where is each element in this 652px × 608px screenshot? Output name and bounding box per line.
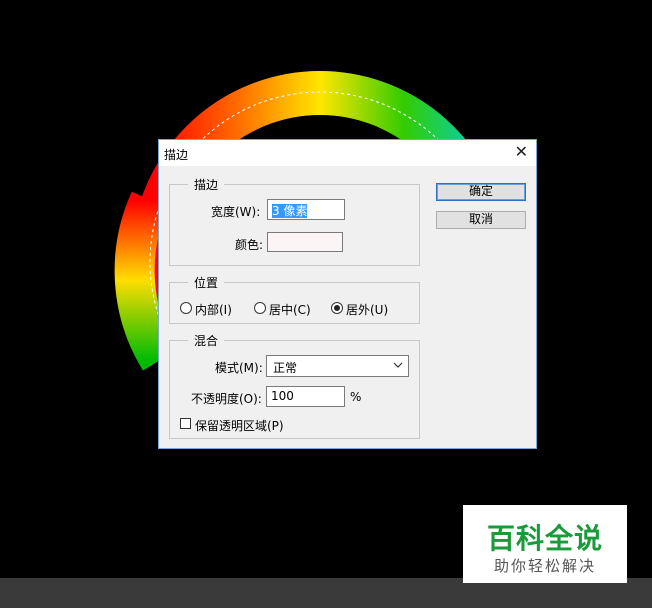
radio-center-label[interactable]: 居中(C) bbox=[269, 301, 311, 318]
mode-dropdown[interactable]: 正常 bbox=[266, 355, 409, 377]
radio-inside[interactable] bbox=[180, 302, 192, 314]
mode-label: 模式(M): bbox=[215, 361, 263, 375]
cancel-button[interactable]: 取消 bbox=[436, 211, 526, 229]
width-label: 宽度(W): bbox=[211, 205, 261, 219]
radio-center[interactable] bbox=[254, 302, 266, 314]
stroke-dialog: 描边 ✕ 描边 宽度(W): 3 像素 颜色: 位置 内部(I) 居中(C) 居… bbox=[158, 139, 537, 449]
watermark-title: 百科全说 bbox=[486, 522, 603, 555]
color-label: 颜色: bbox=[235, 238, 264, 252]
opacity-input[interactable]: 100 bbox=[266, 386, 345, 407]
preserve-transparency-checkbox[interactable] bbox=[180, 418, 191, 429]
color-swatch[interactable] bbox=[267, 232, 343, 252]
radio-outside-label[interactable]: 居外(U) bbox=[346, 301, 388, 318]
mode-value: 正常 bbox=[273, 361, 298, 375]
chevron-down-icon bbox=[393, 362, 403, 368]
dialog-titlebar: 描边 ✕ bbox=[159, 140, 536, 166]
opacity-label: 不透明度(O): bbox=[191, 392, 262, 406]
stroke-group: 描边 bbox=[169, 176, 420, 266]
opacity-unit: % bbox=[350, 390, 362, 404]
radio-outside[interactable] bbox=[331, 302, 343, 314]
close-icon[interactable]: ✕ bbox=[515, 143, 528, 161]
watermark-subtitle: 助你轻松解决 bbox=[493, 557, 596, 575]
radio-inside-label[interactable]: 内部(I) bbox=[195, 301, 232, 318]
watermark-logo: 百科全说 助你轻松解决 bbox=[463, 505, 627, 583]
dialog-title: 描边 bbox=[164, 148, 189, 162]
width-input[interactable]: 3 像素 bbox=[267, 199, 345, 220]
opacity-value: 100 bbox=[271, 389, 294, 403]
position-group-legend: 位置 bbox=[194, 276, 219, 290]
stroke-group-legend: 描边 bbox=[194, 178, 219, 192]
preserve-transparency-label[interactable]: 保留透明区域(P) bbox=[195, 417, 284, 434]
blend-group-legend: 混合 bbox=[194, 334, 219, 348]
width-value: 3 像素 bbox=[272, 204, 308, 218]
ok-button[interactable]: 确定 bbox=[436, 183, 526, 201]
